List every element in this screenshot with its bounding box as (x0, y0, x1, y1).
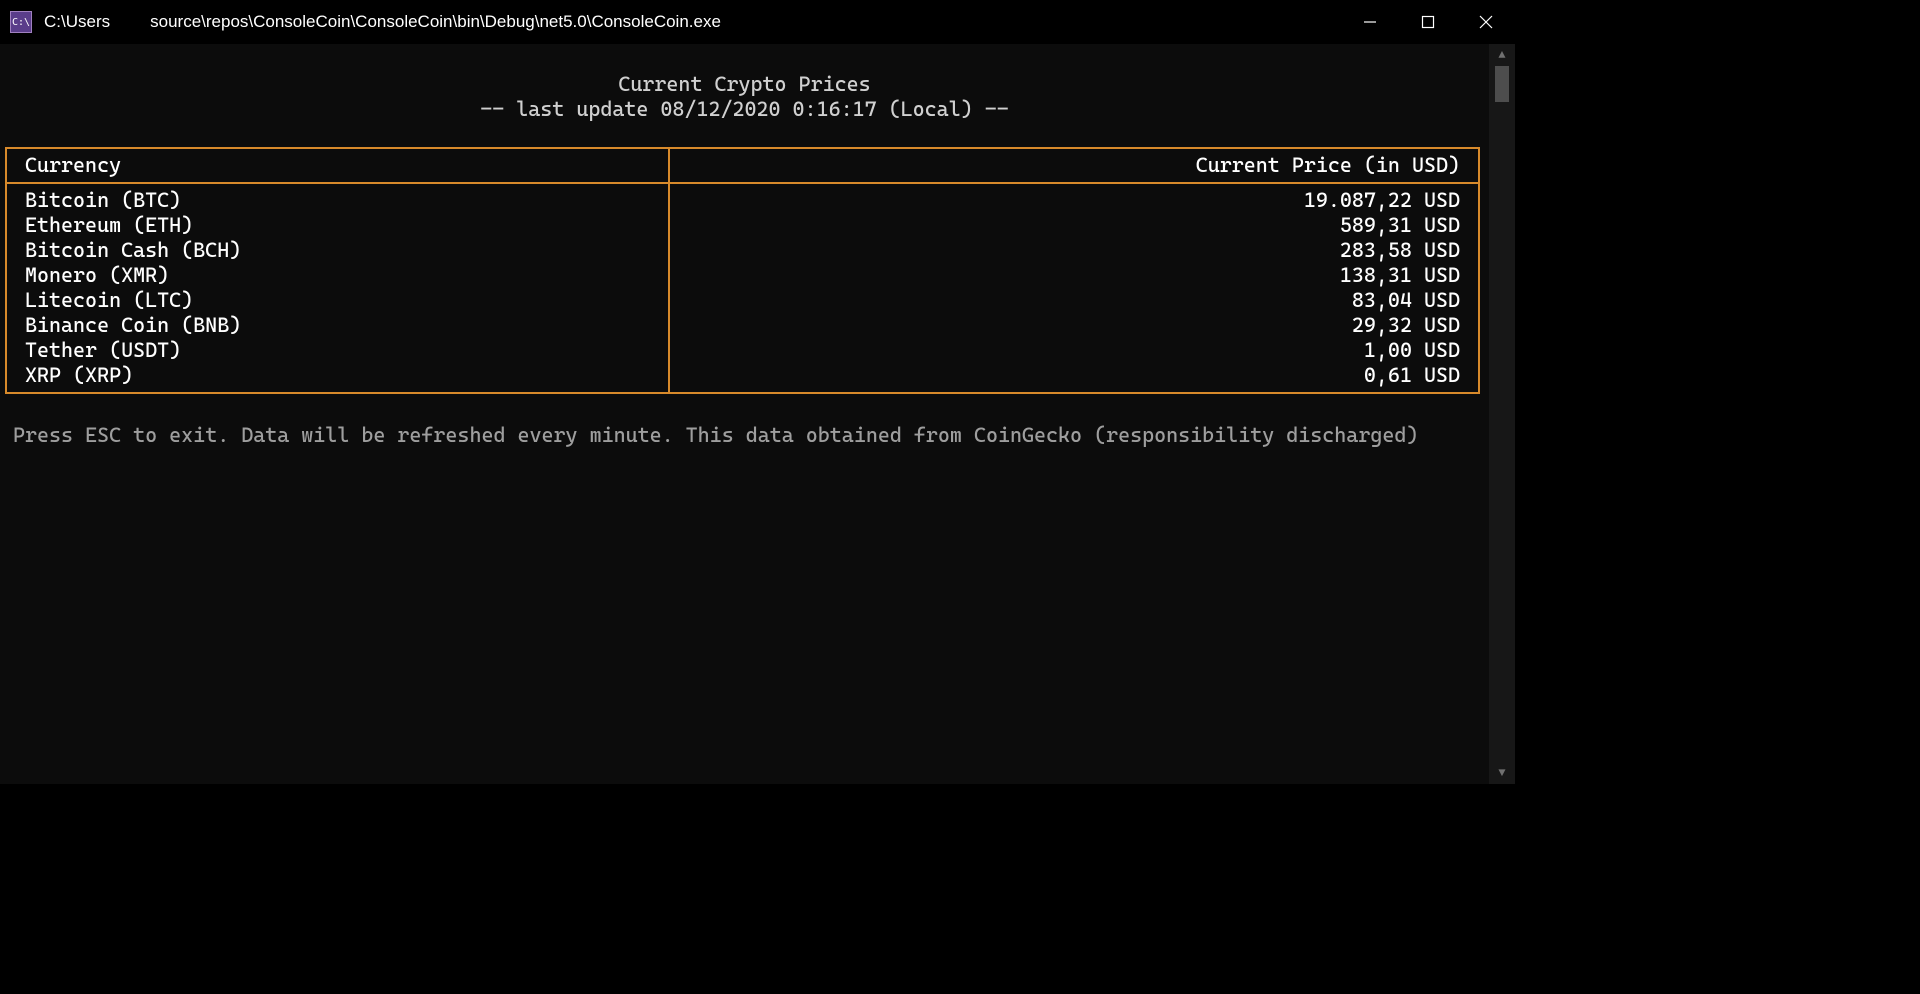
close-button[interactable] (1457, 0, 1515, 44)
title-users: C:\Users (44, 12, 110, 32)
console-subtitle: -- last update 08/12/2020 0:16:17 (Local… (5, 97, 1484, 122)
price-cell: 19.087,22 USD589,31 USD283,58 USD138,31 … (669, 183, 1479, 393)
price-value: 283,58 USD (688, 238, 1460, 263)
scrollbar[interactable]: ▲ ▼ (1489, 44, 1515, 784)
currency-cell: Bitcoin (BTC)Ethereum (ETH)Bitcoin Cash … (6, 183, 669, 393)
col-currency: Currency (6, 148, 669, 183)
price-value: 29,32 USD (688, 313, 1460, 338)
minimize-icon (1363, 15, 1377, 29)
title-left: C:\ C:\Users (10, 11, 110, 33)
close-icon (1479, 15, 1493, 29)
scroll-track[interactable] (1489, 66, 1515, 762)
app-icon: C:\ (10, 11, 32, 33)
col-price: Current Price (in USD) (669, 148, 1479, 183)
currency-value: Bitcoin Cash (BCH) (25, 238, 650, 263)
currency-value: Litecoin (LTC) (25, 288, 650, 313)
currency-value: Ethereum (ETH) (25, 213, 650, 238)
minimize-button[interactable] (1341, 0, 1399, 44)
window-controls (1341, 0, 1515, 44)
currency-value: Tether (USDT) (25, 338, 650, 363)
content-area: Current Crypto Prices-- last update 08/1… (0, 44, 1515, 784)
console-output: Current Crypto Prices-- last update 08/1… (0, 44, 1489, 784)
currency-value: Monero (XMR) (25, 263, 650, 288)
footer-text: Press ESC to exit. Data will be refreshe… (13, 423, 1484, 448)
crypto-table: Currency Current Price (in USD) Bitcoin … (5, 147, 1480, 394)
title-path: source\repos\ConsoleCoin\ConsoleCoin\bin… (150, 12, 721, 32)
price-value: 19.087,22 USD (688, 188, 1460, 213)
titlebar[interactable]: C:\ C:\Users source\repos\ConsoleCoin\Co… (0, 0, 1515, 44)
console-title: Current Crypto Prices (5, 72, 1484, 97)
table-header-row: Currency Current Price (in USD) (6, 148, 1479, 183)
scroll-up-arrow-icon[interactable]: ▲ (1489, 44, 1515, 66)
price-value: 589,31 USD (688, 213, 1460, 238)
price-value: 83,04 USD (688, 288, 1460, 313)
price-value: 0,61 USD (688, 363, 1460, 388)
price-value: 1,00 USD (688, 338, 1460, 363)
maximize-icon (1421, 15, 1435, 29)
scroll-thumb[interactable] (1495, 66, 1509, 102)
price-value: 138,31 USD (688, 263, 1460, 288)
scroll-down-arrow-icon[interactable]: ▼ (1489, 762, 1515, 784)
console-window: C:\ C:\Users source\repos\ConsoleCoin\Co… (0, 0, 1515, 784)
table-body-row: Bitcoin (BTC)Ethereum (ETH)Bitcoin Cash … (6, 183, 1479, 393)
currency-value: XRP (XRP) (25, 363, 650, 388)
currency-value: Binance Coin (BNB) (25, 313, 650, 338)
maximize-button[interactable] (1399, 0, 1457, 44)
currency-value: Bitcoin (BTC) (25, 188, 650, 213)
